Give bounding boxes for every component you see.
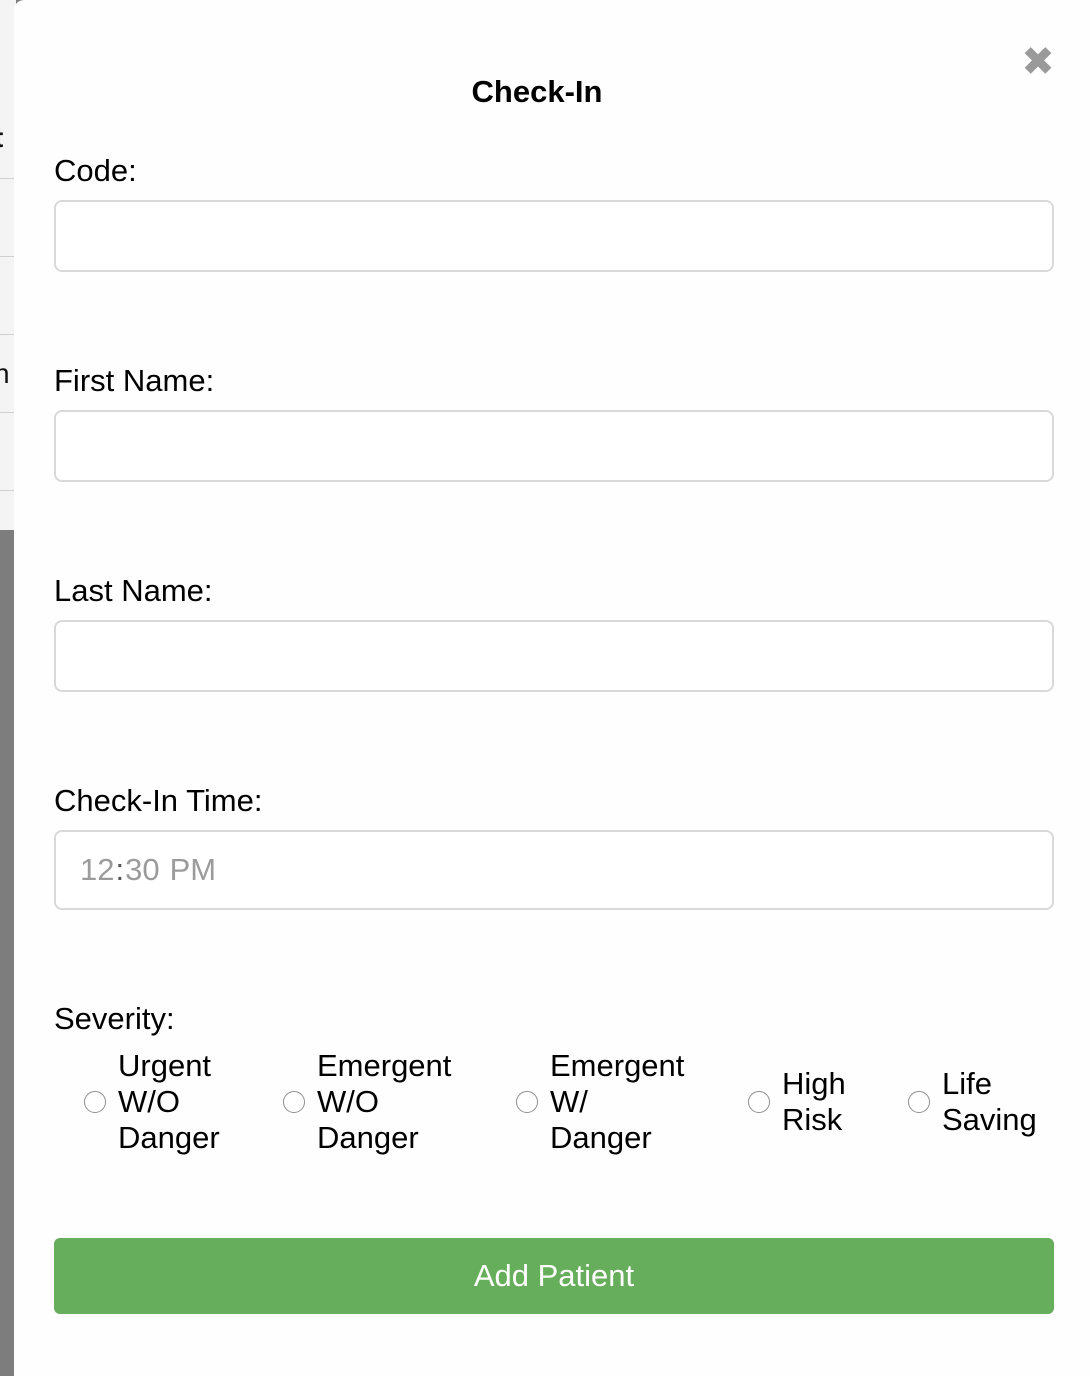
radio-button[interactable] bbox=[84, 1091, 106, 1113]
label-line: High bbox=[782, 1066, 846, 1101]
code-label: Code: bbox=[54, 153, 137, 188]
code-input[interactable] bbox=[54, 200, 1054, 272]
background-text: n bbox=[0, 358, 10, 389]
label-line: Danger bbox=[317, 1120, 419, 1155]
last-name-input[interactable] bbox=[54, 620, 1054, 692]
background-text: t bbox=[0, 124, 3, 152]
severity-label: Severity: bbox=[54, 1001, 175, 1036]
check-in-time-input[interactable]: 12:30 PM bbox=[54, 830, 1054, 910]
label-line: Urgent bbox=[118, 1048, 212, 1083]
radio-button[interactable] bbox=[748, 1091, 770, 1113]
severity-option-urgent-wo-danger[interactable]: Urgent W/O Danger bbox=[84, 1046, 220, 1158]
radio-button[interactable] bbox=[908, 1091, 930, 1113]
label-line: W/ bbox=[550, 1084, 588, 1119]
add-patient-button[interactable]: Add Patient bbox=[54, 1238, 1054, 1314]
modal-title: Check-In bbox=[471, 74, 603, 109]
label-line: Danger bbox=[550, 1120, 652, 1155]
label-line: Emergent bbox=[317, 1048, 452, 1083]
label-line: Saving bbox=[942, 1102, 1037, 1137]
severity-option-emergent-wo-danger[interactable]: Emergent W/O Danger bbox=[283, 1046, 451, 1158]
label-line: W/O bbox=[118, 1084, 180, 1119]
check-in-time-label: Check-In Time: bbox=[54, 783, 263, 818]
time-hour[interactable]: 12 bbox=[80, 852, 114, 888]
severity-option-life-saving[interactable]: Life Saving bbox=[908, 1046, 1037, 1158]
severity-option-label: Emergent W/ Danger bbox=[550, 1048, 684, 1156]
first-name-label: First Name: bbox=[54, 363, 215, 398]
radio-button[interactable] bbox=[283, 1091, 305, 1113]
label-line: Danger bbox=[118, 1120, 220, 1155]
severity-option-high-risk[interactable]: High Risk bbox=[748, 1046, 846, 1158]
severity-radio-group: Urgent W/O Danger Emergent W/O Danger Em… bbox=[54, 1046, 1064, 1158]
label-line: Risk bbox=[782, 1102, 843, 1137]
radio-button[interactable] bbox=[516, 1091, 538, 1113]
label-line: Emergent bbox=[550, 1048, 685, 1083]
severity-option-label: Emergent W/O Danger bbox=[317, 1048, 451, 1156]
time-minute[interactable]: 30 bbox=[125, 852, 159, 888]
time-separator: : bbox=[115, 852, 125, 887]
last-name-label: Last Name: bbox=[54, 573, 213, 608]
severity-option-label: Life Saving bbox=[942, 1066, 1037, 1138]
time-period[interactable]: PM bbox=[170, 852, 217, 888]
severity-option-label: High Risk bbox=[782, 1066, 846, 1138]
label-line: Life bbox=[942, 1066, 992, 1101]
severity-option-emergent-w-danger[interactable]: Emergent W/ Danger bbox=[516, 1046, 684, 1158]
severity-option-label: Urgent W/O Danger bbox=[118, 1048, 220, 1156]
check-in-modal: ✖ Check-In Code: First Name: Last Name: … bbox=[14, 0, 1090, 1376]
label-line: W/O bbox=[317, 1084, 379, 1119]
first-name-input[interactable] bbox=[54, 410, 1054, 482]
